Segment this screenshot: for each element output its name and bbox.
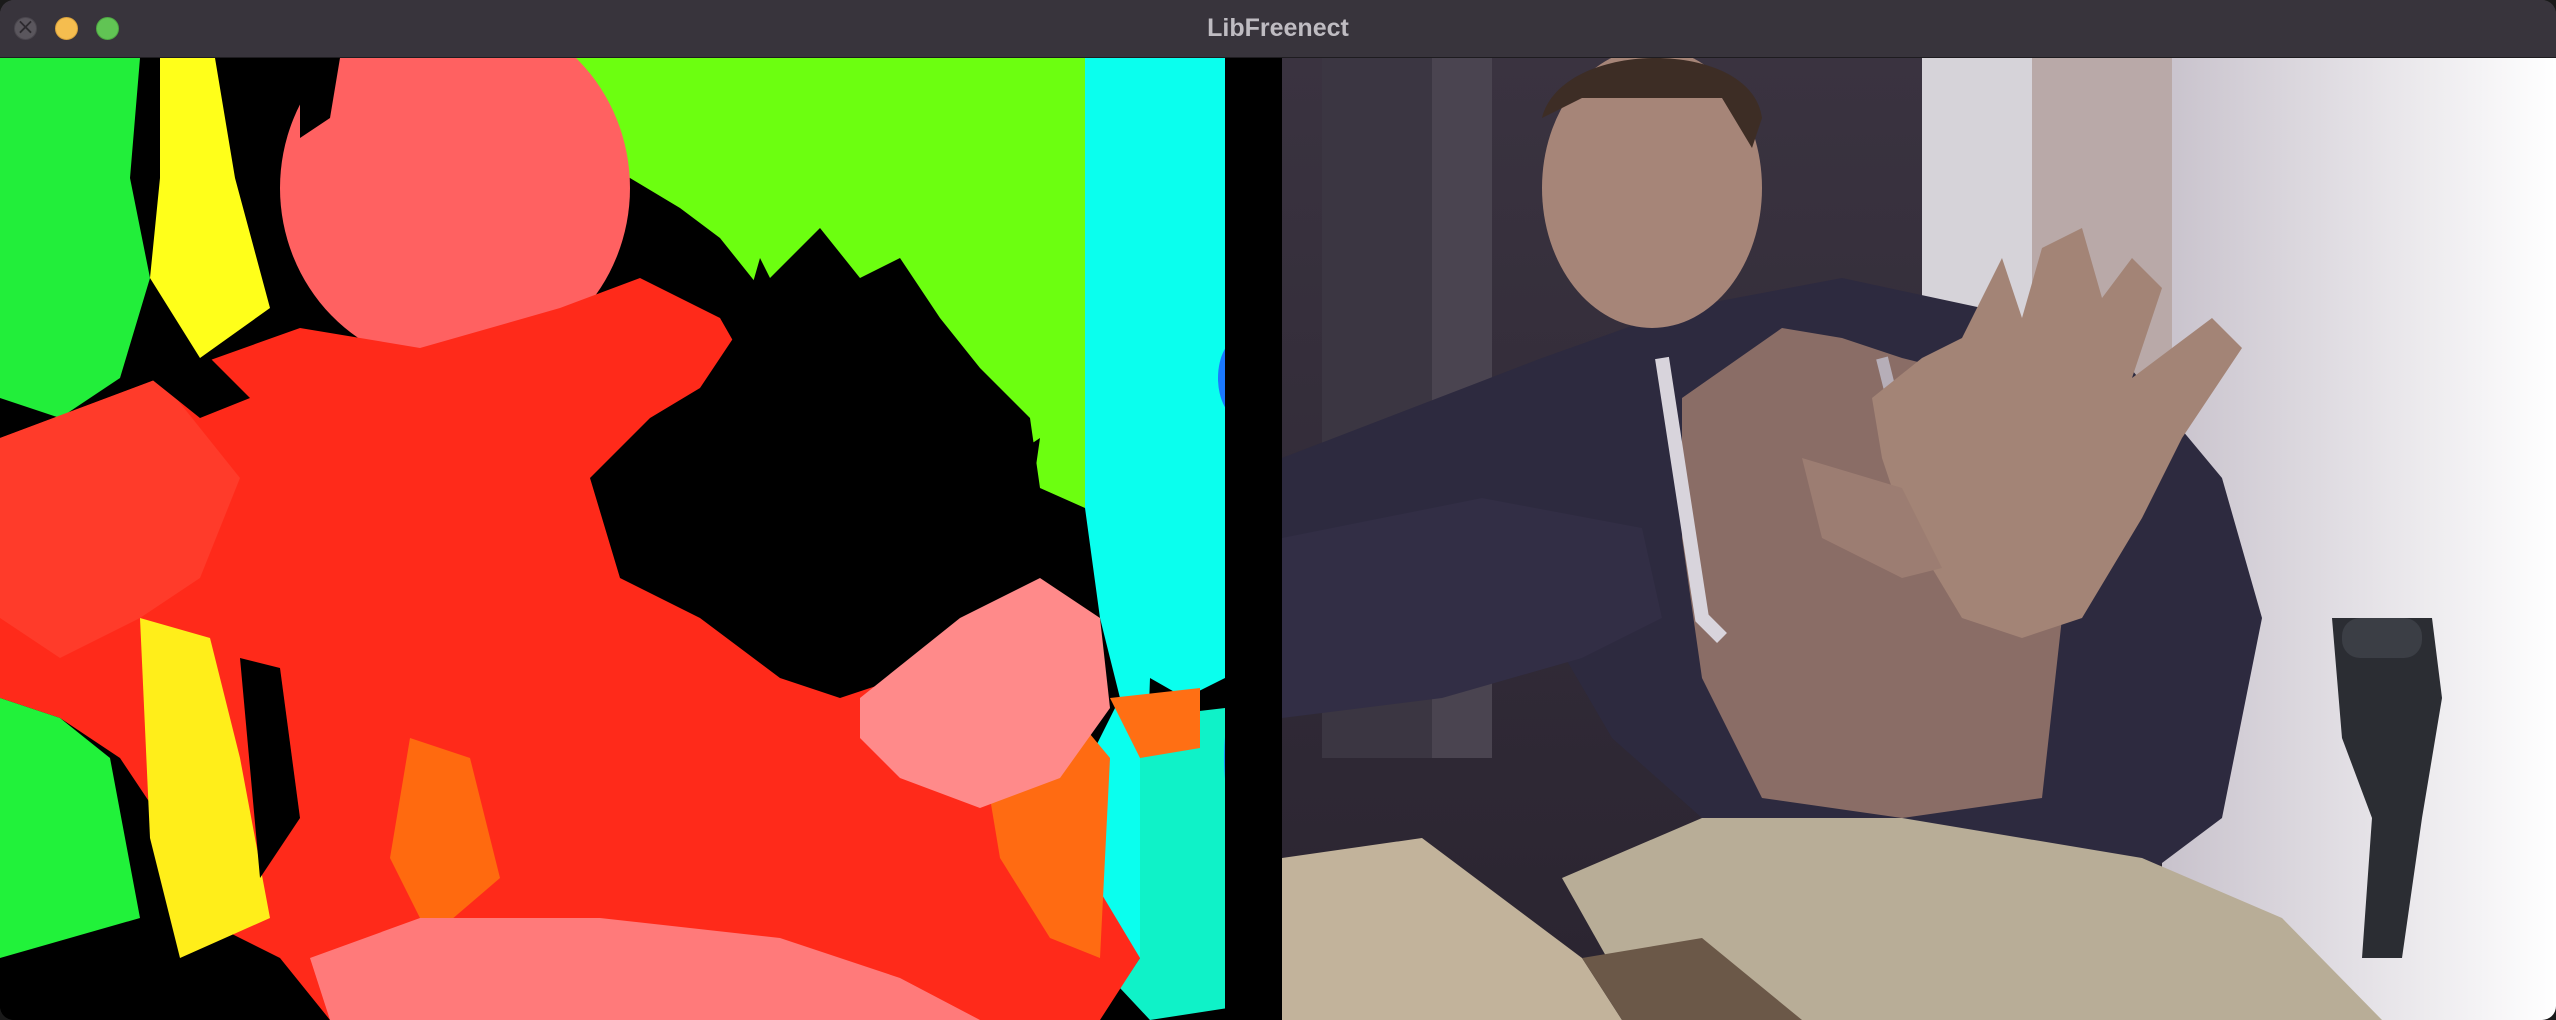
camera-image [1282, 58, 2556, 1020]
depth-image [0, 58, 1268, 1020]
window-content [0, 58, 2556, 1020]
app-window: LibFreenect [0, 0, 2556, 1020]
rgb-camera-view [1282, 58, 2556, 1020]
depth-view [0, 58, 1268, 1020]
pane-divider [1268, 58, 1282, 1020]
window-title: LibFreenect [1207, 14, 1349, 42]
title-bar[interactable]: LibFreenect [0, 0, 2556, 58]
